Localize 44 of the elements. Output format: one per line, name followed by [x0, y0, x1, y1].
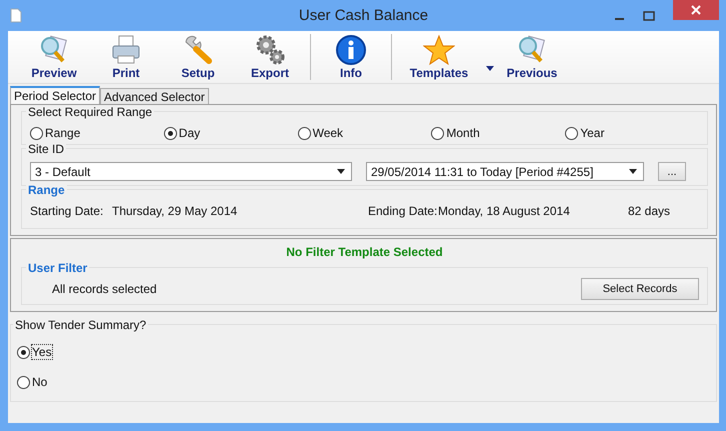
close-icon — [691, 5, 701, 15]
radio-option[interactable]: Month — [431, 126, 566, 140]
field-label: Starting Date: — [30, 204, 104, 218]
toolbar-button[interactable]: Print — [90, 31, 162, 83]
group-title: Range — [26, 183, 67, 197]
filter-summary: All records selected — [52, 282, 157, 296]
maximize-icon[interactable] — [643, 10, 655, 20]
gears-icon — [254, 34, 286, 66]
date-value: Thursday, 29 May 2014 — [112, 204, 238, 218]
group-title: User Filter — [26, 261, 90, 275]
radio-option[interactable]: No — [17, 375, 710, 389]
close-button[interactable] — [673, 0, 719, 20]
document-icon — [10, 8, 22, 23]
window-title: User Cash Balance — [298, 7, 428, 24]
radio-option[interactable]: Range — [30, 126, 164, 140]
radio-option[interactable]: Year — [565, 126, 699, 140]
toolbar-button[interactable]: Templates — [396, 31, 482, 83]
period-dropdown[interactable]: 29/05/2014 11:31 to Today [Period #4255] — [366, 162, 644, 181]
info-icon — [335, 34, 367, 66]
toolbar-button[interactable]: Setup — [162, 31, 234, 83]
group-title: Show Tender Summary? — [13, 318, 148, 332]
group-title: Site ID — [26, 142, 66, 156]
toolbar-button[interactable]: Info — [315, 31, 387, 83]
select-records-button[interactable]: Select Records — [581, 278, 699, 300]
toolbar-button[interactable]: Previous — [496, 31, 568, 83]
dropdown-arrow-icon — [629, 169, 637, 174]
tab[interactable]: Advanced Selector — [100, 88, 209, 104]
radio-option[interactable]: Week — [298, 126, 432, 140]
browse-button[interactable]: ... — [658, 162, 686, 181]
field-label: Ending Date: — [368, 204, 438, 218]
radio-option[interactable]: Yes — [17, 345, 710, 359]
star-icon — [423, 34, 455, 66]
day-count: 82 days — [628, 204, 670, 218]
dropdown-arrow-icon — [337, 169, 345, 174]
toolbar-button[interactable]: Export — [234, 31, 306, 83]
printer-icon — [110, 34, 142, 66]
site-dropdown[interactable]: 3 - Default — [30, 162, 352, 181]
dropdown-arrow-icon[interactable] — [486, 66, 494, 71]
group-title: Select Required Range — [26, 105, 154, 119]
date-value: Monday, 18 August 2014 — [438, 204, 571, 218]
tab[interactable]: Period Selector — [10, 86, 100, 104]
filter-status: No Filter Template Selected — [285, 245, 444, 259]
radio-option[interactable]: Day — [164, 126, 298, 140]
toolbar-button[interactable]: Preview — [18, 31, 90, 83]
